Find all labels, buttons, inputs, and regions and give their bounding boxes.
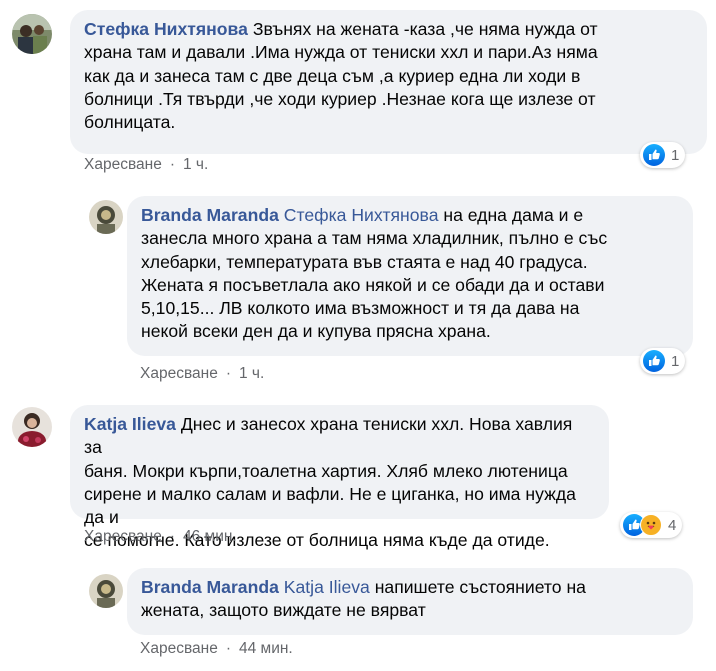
timestamp[interactable]: 1 ч.: [183, 156, 208, 174]
mention-link[interactable]: Стефка Нихтянова: [284, 205, 439, 225]
reaction-count: 1: [671, 352, 680, 370]
comment-text: баня. Мокри кърпи,тоалетна хартия. Хляб …: [84, 460, 568, 481]
reaction-summary[interactable]: 1: [640, 348, 686, 374]
comment-text: занесла много храна а там няма хладилник…: [141, 228, 608, 249]
comment-text: храна там и давали .Има нужда от тениски…: [84, 42, 598, 63]
comment-actions: Харесване · 46 мин.: [84, 528, 237, 546]
comment-actions: Харесване · 1 ч.: [84, 156, 208, 174]
separator: ·: [169, 528, 175, 545]
like-button[interactable]: Харесване: [140, 365, 218, 383]
like-icon: [643, 144, 665, 166]
comment-author[interactable]: Branda Maranda: [141, 577, 279, 597]
avatar[interactable]: [12, 14, 52, 54]
avatar[interactable]: [12, 407, 52, 447]
reaction-summary[interactable]: 4: [620, 512, 683, 538]
reaction-summary[interactable]: 1: [640, 142, 686, 168]
comment-actions: Харесване · 1 ч.: [140, 365, 264, 383]
comment-bubble: Branda Maranda Стефка Нихтянова на една …: [127, 196, 693, 356]
comment-bubble: Стефка Нихтянова Звънях на жената -каза …: [70, 10, 707, 154]
like-button[interactable]: Харесване: [84, 528, 162, 546]
care-icon: [640, 514, 662, 536]
timestamp[interactable]: 44 мин.: [239, 640, 293, 658]
comment-text: болницата.: [84, 112, 176, 133]
comment-bubble: Branda Maranda Katja Ilieva напишете със…: [127, 568, 693, 635]
comment-text: 5,10,15... ЛВ колкото има възможност и т…: [141, 298, 580, 319]
separator: ·: [225, 365, 231, 382]
reaction-count: 1: [671, 146, 680, 164]
like-button[interactable]: Харесване: [140, 640, 218, 658]
timestamp[interactable]: 46 мин.: [183, 528, 237, 546]
timestamp[interactable]: 1 ч.: [239, 365, 264, 383]
comment-text: жената, защото виждате не вярват: [141, 600, 426, 621]
comment-text: сирене и малко салам и вафли. Не е циган…: [84, 483, 576, 528]
comment-actions: Харесване · 44 мин.: [140, 640, 293, 658]
comment-author[interactable]: Branda Maranda: [141, 205, 279, 225]
avatar[interactable]: [89, 200, 123, 234]
comment-author[interactable]: Стефка Нихтянова: [84, 19, 248, 39]
comment-text: напишете състоянието на: [374, 577, 586, 597]
comment-text: некой всеки ден да и купува прясна храна…: [141, 321, 491, 342]
separator: ·: [169, 156, 175, 173]
comment-text: Звънях на жената -каза ,че няма нужда от: [252, 19, 598, 39]
separator: ·: [225, 640, 231, 657]
comment-text: хлебарки, температурата във стаята е над…: [141, 251, 588, 272]
comment-text: болници .Тя твърди ,че ходи куриер .Незн…: [84, 88, 596, 109]
mention-link[interactable]: Katja Ilieva: [284, 577, 370, 597]
reaction-count: 4: [668, 516, 677, 534]
comment-bubble: Katja Ilieva Днес и занесох храна тениск…: [70, 405, 609, 550]
like-button[interactable]: Харесване: [84, 156, 162, 174]
comment-text: на една дама и е: [443, 205, 584, 225]
comment-author[interactable]: Katja Ilieva: [84, 414, 176, 434]
avatar[interactable]: [89, 574, 123, 608]
comment-text: Жената я посъветлала ако някой и се обад…: [141, 274, 605, 295]
comment-text: как да и занеса там с две деца съм ,а ку…: [84, 65, 581, 86]
like-icon: [643, 350, 665, 372]
